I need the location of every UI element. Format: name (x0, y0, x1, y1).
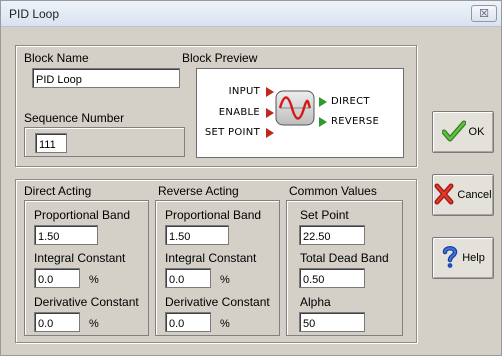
direct-integral-constant-input[interactable] (34, 268, 80, 288)
reverse-proportional-band-input[interactable] (165, 225, 229, 245)
direct-integral-constant-label: Integral Constant (34, 251, 126, 265)
block-preview: INPUT ENABLE SET POINT DIRECT REVERSE (196, 68, 404, 158)
cancel-button[interactable]: Cancel (432, 174, 494, 216)
block-name-input[interactable] (32, 68, 180, 88)
direct-proportional-band-input[interactable] (34, 225, 98, 245)
block-preview-label: Block Preview (182, 51, 258, 65)
alpha-label: Alpha (300, 295, 331, 309)
cancel-button-label: Cancel (457, 189, 492, 201)
direct-derivative-constant-input[interactable] (34, 312, 80, 332)
sequence-number-label: Sequence Number (24, 111, 125, 125)
checkmark-icon (441, 120, 467, 145)
input-arrow-icon (266, 87, 274, 97)
alpha-input[interactable] (299, 312, 365, 332)
preview-input-label: INPUT (228, 86, 260, 97)
help-question-icon (441, 245, 459, 272)
sequence-number-input[interactable] (35, 133, 67, 153)
direct-derivative-constant-label: Derivative Constant (34, 295, 139, 309)
reverse-derivative-constant-label: Derivative Constant (165, 295, 270, 309)
reverse-integral-constant-label: Integral Constant (165, 251, 257, 265)
close-button[interactable]: ☒ (471, 5, 497, 22)
preview-enable-label: ENABLE (218, 107, 260, 118)
title-bar[interactable]: PID Loop ☒ (1, 1, 501, 27)
pid-waveform-icon (275, 90, 315, 126)
direct-acting-title: Direct Acting (24, 184, 92, 198)
reverse-proportional-band-label: Proportional Band (165, 208, 262, 222)
help-button[interactable]: Help (432, 237, 494, 279)
preview-direct-label: DIRECT (331, 96, 370, 107)
common-values-title: Common Values (289, 184, 377, 198)
set-point-label: Set Point (300, 208, 349, 222)
total-dead-band-label: Total Dead Band (300, 251, 389, 265)
ok-button[interactable]: OK (432, 111, 494, 153)
direct-derivative-unit: % (89, 318, 99, 330)
preview-reverse-label: REVERSE (331, 116, 380, 127)
enable-arrow-icon (266, 108, 274, 118)
pid-loop-dialog: PID Loop ☒ Block Name Sequence Number Bl… (0, 0, 502, 356)
ok-button-label: OK (468, 126, 485, 138)
preview-set-point-label: SET POINT (204, 127, 260, 138)
help-button-label: Help (462, 252, 485, 264)
direct-arrow-icon (319, 97, 327, 107)
set-point-arrow-icon (266, 128, 274, 138)
reverse-derivative-unit: % (220, 318, 230, 330)
direct-integral-unit: % (89, 274, 99, 286)
window-title: PID Loop (9, 7, 60, 21)
cancel-x-icon (434, 183, 454, 208)
reverse-integral-unit: % (220, 274, 230, 286)
reverse-derivative-constant-input[interactable] (165, 312, 211, 332)
reverse-acting-title: Reverse Acting (158, 184, 239, 198)
set-point-input[interactable] (299, 225, 365, 245)
total-dead-band-input[interactable] (299, 268, 365, 288)
direct-proportional-band-label: Proportional Band (34, 208, 131, 222)
reverse-integral-constant-input[interactable] (165, 268, 211, 288)
reverse-arrow-icon (319, 117, 327, 127)
block-name-label: Block Name (24, 51, 89, 65)
